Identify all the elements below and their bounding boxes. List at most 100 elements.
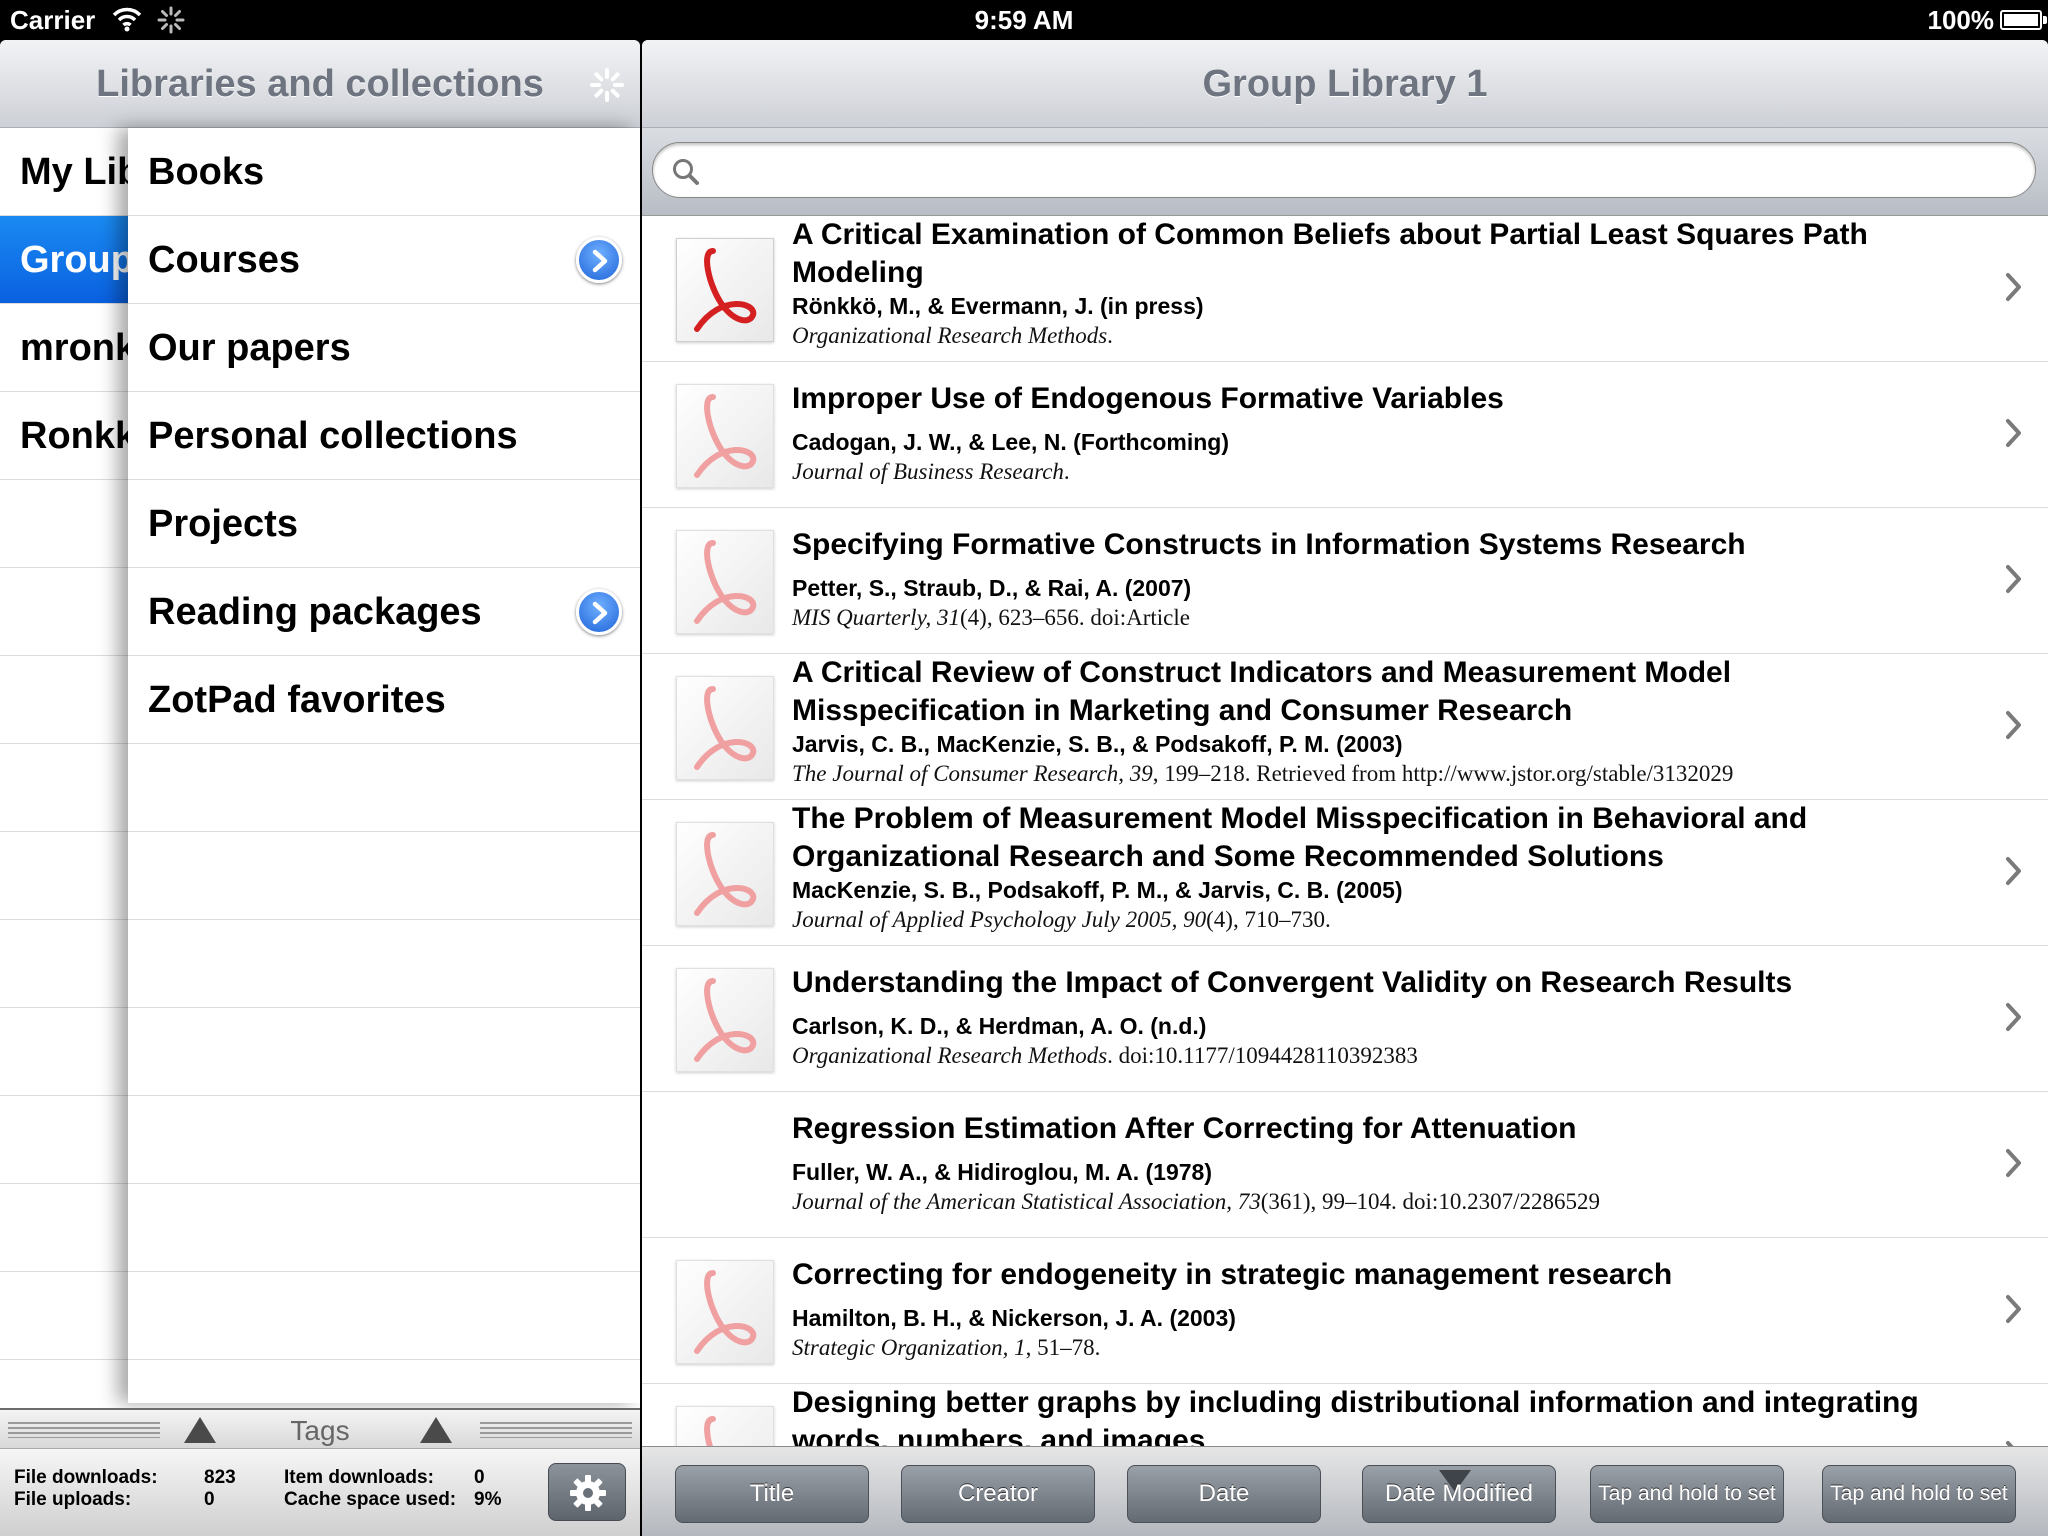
disclosure-arrow-icon[interactable]	[576, 237, 622, 283]
item-title: Improper Use of Endogenous Formative Var…	[792, 382, 1504, 415]
item-source: Strategic Organization, 1, 51–78.	[792, 1333, 1972, 1362]
collection-label: Projects	[148, 503, 298, 545]
sort-creator-button[interactable]: Creator	[901, 1465, 1095, 1523]
sort-title-button[interactable]: Title	[675, 1465, 869, 1523]
collection-label: Our papers	[148, 327, 351, 369]
settings-button[interactable]	[548, 1463, 626, 1521]
file-downloads-label: File downloads:	[14, 1467, 158, 1488]
item-text: Understanding the Impact of Convergent V…	[792, 964, 1972, 1070]
empty-row	[128, 744, 640, 832]
search-input[interactable]	[707, 151, 2007, 189]
pdf-thumbnail[interactable]	[676, 238, 774, 342]
collection-row-personal-collections[interactable]: Personal collections	[128, 392, 640, 480]
battery-percent: 100%	[1927, 5, 1995, 35]
pdf-icon	[694, 394, 757, 478]
item-authors: Jarvis, C. B., MacKenzie, S. B., & Podsa…	[792, 731, 1403, 757]
item-source: Journal of Business Research.	[792, 457, 1972, 486]
item-authors: MacKenzie, S. B., Podsakoff, P. M., & Ja…	[792, 877, 1403, 903]
sort-date-modified-button[interactable]: Date Modified	[1362, 1465, 1556, 1523]
sort-date-modified-label: Date Modified	[1384, 1480, 1534, 1507]
cache-space-label: Cache space used:	[284, 1489, 457, 1510]
collection-row-projects[interactable]: Projects	[128, 480, 640, 568]
item-journal: Organizational Research Methods	[792, 323, 1108, 348]
drag-grip-icon	[480, 1422, 632, 1438]
item-journal: Journal of the American Statistical Asso…	[792, 1189, 1261, 1214]
item-title: The Problem of Measurement Model Misspec…	[792, 802, 1808, 873]
item-source: The Journal of Consumer Research, 39, 19…	[792, 759, 1972, 788]
item-journal: The Journal of Consumer Research, 39	[792, 761, 1153, 786]
library-title: Group Library 1	[1202, 63, 1488, 105]
clock: 9:59 AM	[974, 5, 1074, 35]
pdf-thumbnail[interactable]	[676, 530, 774, 634]
pdf-thumbnail[interactable]	[676, 968, 774, 1072]
item-row[interactable]: Correcting for endogeneity in strategic …	[642, 1238, 2048, 1384]
item-details: .	[1107, 323, 1113, 348]
items-pane: Group Library 1 A Critical Examination o…	[642, 40, 2048, 1536]
status-bar: Carrier 9:59 AM 100%	[0, 0, 2048, 40]
item-authors: Rönkkö, M., & Evermann, J. (in press)	[792, 293, 1204, 319]
sync-stats-bar: File downloads: 823 File uploads: 0 Item…	[0, 1448, 640, 1536]
item-row[interactable]: A Critical Examination of Common Beliefs…	[642, 216, 2048, 362]
empty-row	[128, 1096, 640, 1184]
item-downloads-value: 0	[474, 1467, 485, 1488]
item-row[interactable]: Understanding the Impact of Convergent V…	[642, 946, 2048, 1092]
item-journal: Journal of Business Research	[792, 459, 1064, 484]
search-field[interactable]	[652, 142, 2036, 198]
item-title: Regression Estimation After Correcting f…	[792, 1112, 1577, 1145]
item-journal: Organizational Research Methods	[792, 1043, 1108, 1068]
item-row[interactable]: Regression Estimation After Correcting f…	[642, 1092, 2048, 1238]
chevron-right-icon	[2006, 1003, 2021, 1031]
item-title: Specifying Formative Constructs in Infor…	[792, 528, 1746, 561]
gear-icon	[570, 1475, 606, 1511]
tags-drawer-handle[interactable]: Tags	[0, 1408, 640, 1448]
collection-list: Books Courses Our papers Personal collec…	[128, 128, 640, 1403]
custom-sort-button-1[interactable]: Tap and hold to set	[1590, 1465, 1784, 1523]
chevron-right-icon	[2006, 1295, 2021, 1323]
chevron-right-icon	[2006, 711, 2021, 739]
disclosure-arrow-icon[interactable]	[576, 589, 622, 635]
collection-row-reading-packages[interactable]: Reading packages	[128, 568, 640, 656]
collection-row-courses[interactable]: Courses	[128, 216, 640, 304]
item-authors: Carlson, K. D., & Herdman, A. O. (n.d.)	[792, 1013, 1207, 1039]
sort-date-button[interactable]: Date	[1127, 1465, 1321, 1523]
item-journal: MIS Quarterly, 31	[792, 605, 961, 630]
chevron-right-icon	[2006, 419, 2021, 447]
item-row[interactable]: The Problem of Measurement Model Misspec…	[642, 800, 2048, 946]
expand-up-icon[interactable]	[420, 1417, 452, 1443]
item-details: . doi:10.1177/1094428110392383	[1107, 1043, 1418, 1068]
item-authors: Hamilton, B. H., & Nickerson, J. A. (200…	[792, 1305, 1236, 1331]
collection-row-zotpad-favorites[interactable]: ZotPad favorites	[128, 656, 640, 744]
loading-spinner-icon	[590, 68, 624, 102]
item-row[interactable]: Specifying Formative Constructs in Infor…	[642, 508, 2048, 654]
item-list: A Critical Examination of Common Beliefs…	[642, 216, 2048, 1486]
item-text: Regression Estimation After Correcting f…	[792, 1110, 1972, 1216]
left-navbar: Libraries and collections	[0, 40, 640, 128]
empty-row	[128, 1272, 640, 1360]
sort-toolbar: Title Creator Date Date Modified Tap and…	[642, 1446, 2048, 1536]
item-text: Improper Use of Endogenous Formative Var…	[792, 380, 1972, 486]
pdf-thumbnail[interactable]	[676, 384, 774, 488]
chevron-right-icon	[2006, 273, 2021, 301]
pdf-icon	[694, 978, 757, 1062]
chevron-right-icon	[2006, 857, 2021, 885]
left-pane-title: Libraries and collections	[96, 63, 544, 105]
item-source: Journal of the American Statistical Asso…	[792, 1187, 1972, 1216]
item-text: Correcting for endogeneity in strategic …	[792, 1256, 1972, 1362]
item-row[interactable]: A Critical Review of Construct Indicator…	[642, 654, 2048, 800]
item-title: Understanding the Impact of Convergent V…	[792, 966, 1793, 999]
custom-sort-button-2[interactable]: Tap and hold to set	[1822, 1465, 2016, 1523]
pdf-thumbnail[interactable]	[676, 1260, 774, 1364]
file-uploads-value: 0	[204, 1489, 215, 1510]
pdf-thumbnail[interactable]	[676, 822, 774, 926]
pdf-thumbnail[interactable]	[676, 676, 774, 780]
pdf-icon	[694, 686, 757, 770]
item-details: , 199–218. Retrieved from http://www.jst…	[1152, 761, 1734, 786]
item-journal: Strategic Organization, 1	[792, 1335, 1026, 1360]
item-row[interactable]: Improper Use of Endogenous Formative Var…	[642, 362, 2048, 508]
collection-label: Books	[148, 151, 265, 193]
collection-row-our-papers[interactable]: Our papers	[128, 304, 640, 392]
item-details: (4), 710–730.	[1206, 907, 1331, 932]
collection-row-books[interactable]: Books	[128, 128, 640, 216]
empty-row	[128, 1184, 640, 1272]
right-navbar: Group Library 1	[642, 40, 2048, 128]
